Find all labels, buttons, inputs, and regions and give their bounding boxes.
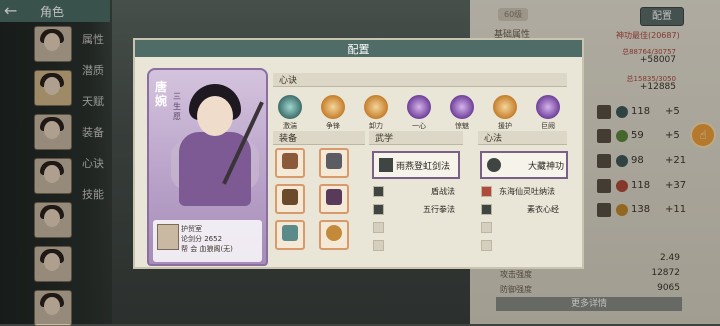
- skill-label: 卸力: [369, 122, 383, 130]
- skill-icon-juque[interactable]: [536, 95, 560, 119]
- wuxue-item[interactable]: 盾战法: [431, 186, 455, 197]
- character-portrait: 唐婉 三生愿 护贸室 论剑分 2652 帮 会 血狼阁(无): [147, 68, 268, 266]
- skill-icon-xieli[interactable]: [364, 95, 388, 119]
- dialog-title: 配置: [347, 43, 370, 56]
- info-line-1: 护贸室: [181, 225, 202, 233]
- empty-slot[interactable]: [373, 222, 384, 233]
- empty-slot[interactable]: [373, 240, 384, 251]
- skill-icon-zhengfeng[interactable]: [321, 95, 345, 119]
- xinjue-header: 心诀: [273, 73, 567, 87]
- xinfa-main-name: 大藏神功: [528, 162, 565, 172]
- skill-label: 援护: [498, 122, 512, 130]
- wuxue-main-name: 雨燕登虹剑法: [396, 162, 451, 172]
- meditation-icon: [487, 158, 501, 172]
- martial-icon: [373, 186, 384, 197]
- equip-header: 装备: [273, 131, 365, 145]
- xinfa-label: 心法: [484, 134, 503, 144]
- xinfa-main-card[interactable]: 大藏神功: [480, 151, 568, 179]
- xinjue-label: 心诀: [279, 76, 298, 86]
- wuxue-header: 武学: [369, 131, 463, 145]
- skill-icon-yixin[interactable]: [407, 95, 431, 119]
- xinfa-item[interactable]: 素衣心经: [527, 204, 559, 215]
- xinfa-header: 心法: [478, 131, 567, 145]
- skill-icon-jingmei[interactable]: [450, 95, 474, 119]
- equip-slot-weapon[interactable]: [319, 148, 349, 178]
- xinfa-icon: [481, 204, 492, 215]
- info-line-2: 论剑分 2652: [181, 235, 223, 243]
- skill-label: 一心: [412, 122, 426, 130]
- martial-icon: [379, 158, 393, 172]
- wuxue-item[interactable]: 五行拳法: [423, 204, 455, 215]
- info-line-3: 帮 会 血狼阁(无): [181, 245, 233, 253]
- skill-label: 惊魅: [455, 122, 469, 130]
- xinfa-icon: [481, 186, 492, 197]
- equip-slot-belt[interactable]: [319, 184, 349, 214]
- skill-icon-jitian[interactable]: [278, 95, 302, 119]
- xinfa-item[interactable]: 东海仙灵吐纳法: [499, 186, 555, 197]
- empty-slot[interactable]: [481, 240, 492, 251]
- config-dialog: 配置 唐婉 三生愿 护贸室 论剑分 2652 帮 会 血狼阁(无) 心诀 激湍 …: [133, 38, 584, 269]
- equip-label: 装备: [279, 134, 298, 144]
- skill-icon-yuanhu[interactable]: [493, 95, 517, 119]
- character-name: 唐婉: [155, 80, 168, 108]
- skill-label: 巨阙: [541, 122, 555, 130]
- wuxue-main-card[interactable]: 雨燕登虹剑法: [372, 151, 460, 179]
- equip-slot-boots[interactable]: [275, 220, 305, 250]
- character-subtitle: 三生愿: [173, 92, 181, 121]
- wuxue-label: 武学: [375, 134, 394, 144]
- equip-slot-helmet[interactable]: [275, 148, 305, 178]
- equip-slot-ring[interactable]: [319, 220, 349, 250]
- info-avatar: [157, 224, 179, 250]
- equip-slot-armor[interactable]: [275, 184, 305, 214]
- character-info: 护贸室 论剑分 2652 帮 会 血狼阁(无): [153, 220, 262, 262]
- skill-label: 争锋: [326, 122, 340, 130]
- martial-icon: [373, 204, 384, 215]
- dialog-header: 配置: [135, 40, 582, 57]
- skill-label: 激湍: [283, 122, 297, 130]
- empty-slot[interactable]: [481, 222, 492, 233]
